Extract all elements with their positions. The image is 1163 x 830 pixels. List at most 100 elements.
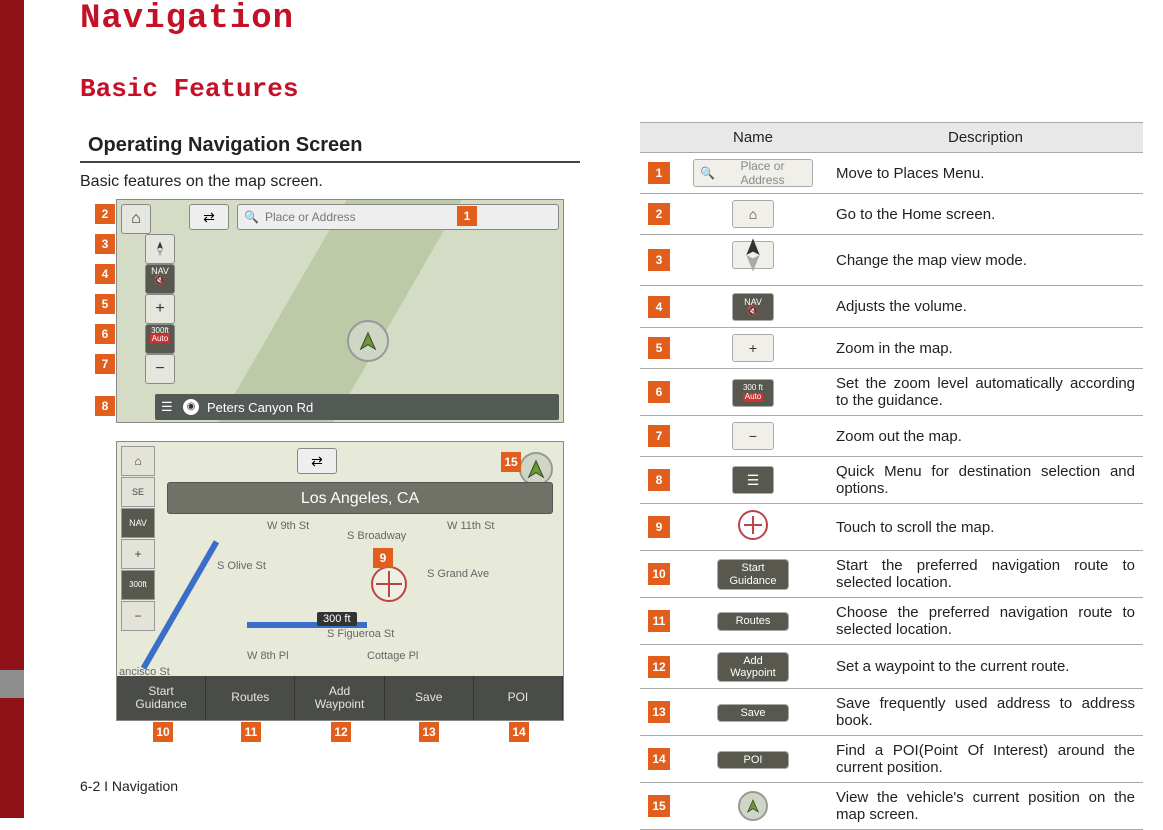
auto-zoom-icon: 300 ftAuto	[732, 379, 774, 407]
street-label: W 8th Pl	[247, 650, 289, 662]
map-screenshot-2: ⌂ SE3D NAV🔇 + 300ftAuto − ⇄ Los Angeles,…	[116, 441, 564, 721]
row-description: Change the map view mode.	[828, 235, 1143, 286]
row-number-badge: 12	[648, 656, 670, 678]
vehicle-position-button	[519, 452, 553, 486]
auto-zoom-icon: 300ftAuto	[145, 324, 175, 354]
table-row: 14POIFind a POI(Point Of Interest) aroun…	[640, 736, 1143, 783]
row-icon-cell: +	[678, 328, 828, 369]
row-description: Go to the Home screen.	[828, 194, 1143, 235]
row-icon-cell: POI	[678, 736, 828, 783]
callout-2: 2	[95, 204, 115, 224]
callout-11: 11	[241, 722, 261, 742]
city-banner: Los Angeles, CA	[167, 482, 553, 514]
table-row: 12 Add Waypoint Set a waypoint to the curr…	[640, 645, 1143, 689]
row-description: Find a POI(Point Of Interest) around the…	[828, 736, 1143, 783]
callout-10: 10	[153, 722, 173, 742]
zoom-in-icon: +	[145, 294, 175, 324]
street-label: W 9th St	[267, 520, 309, 532]
save-button: Save	[385, 676, 474, 720]
place-search-bar: 🔍 Place or Address	[237, 204, 559, 230]
poi-button: POI	[474, 676, 563, 720]
row-icon-cell: Routes	[678, 598, 828, 645]
row-icon-cell: ☰	[678, 457, 828, 504]
row-number-badge: 10	[648, 563, 670, 585]
callout-8: 8	[95, 396, 115, 416]
row-description: Adjusts the volume.	[828, 286, 1143, 328]
table-row: 8☰Quick Menu for destination selection a…	[640, 457, 1143, 504]
row-icon-cell: Save	[678, 689, 828, 736]
chapter-tab-bar	[0, 0, 24, 818]
ui-button-label: Save	[717, 704, 789, 722]
callout-13: 13	[419, 722, 439, 742]
row-number-badge: 3	[648, 249, 670, 271]
row-description: View the vehicle's current position on t…	[828, 783, 1143, 830]
row-number-badge: 8	[648, 469, 670, 491]
zoom-out-icon: −	[732, 422, 774, 450]
add-waypoint-button: Add Waypoint	[295, 676, 384, 720]
row-icon-cell: Add Waypoint	[678, 645, 828, 689]
row-description: Zoom out the map.	[828, 416, 1143, 457]
row-number-badge: 15	[648, 795, 670, 817]
current-road-banner: ☰ ◉ Peters Canyon Rd	[155, 394, 559, 420]
home-icon: ⌂	[121, 204, 151, 234]
table-row: 4NAV🔇Adjusts the volume.	[640, 286, 1143, 328]
row-icon-cell: 🔍Place or Address	[678, 153, 828, 194]
table-row: 5+Zoom in the map.	[640, 328, 1143, 369]
search-icon: 🔍Place or Address	[693, 159, 813, 187]
table-header-desc: Description	[828, 123, 1143, 153]
home-icon: ⌂	[732, 200, 774, 228]
traffic-icon: ⇄	[189, 204, 229, 230]
feature-table: Name Description 1🔍Place or AddressMove …	[640, 122, 1143, 830]
callout-12: 12	[331, 722, 351, 742]
section-heading: Basic Features	[80, 74, 1143, 104]
callout-1: 1	[457, 206, 477, 226]
table-row: 7−Zoom out the map.	[640, 416, 1143, 457]
row-icon-cell: Start Guidance	[678, 551, 828, 598]
chapter-marker	[0, 670, 24, 698]
table-row: 1🔍Place or AddressMove to Places Menu.	[640, 153, 1143, 194]
street-label: S Broadway	[347, 530, 406, 542]
row-number-badge: 2	[648, 203, 670, 225]
row-icon-cell: −	[678, 416, 828, 457]
nav-volume-icon: NAV🔇	[121, 508, 155, 538]
street-label: S Olive St	[217, 560, 266, 572]
callout-6: 6	[95, 324, 115, 344]
table-header-blank	[640, 123, 678, 153]
page-footer: 6-2 I Navigation	[80, 778, 178, 794]
street-label: Cottage Pl	[367, 650, 418, 662]
table-row: 15 View the vehicle's current position on…	[640, 783, 1143, 830]
row-description: Zoom in the map.	[828, 328, 1143, 369]
row-description: Set a waypoint to the current route.	[828, 645, 1143, 689]
row-number-badge: 4	[648, 296, 670, 318]
row-description: Start the preferred navigation route to …	[828, 551, 1143, 598]
street-label: S Figueroa St	[327, 628, 394, 640]
table-header-name: Name	[678, 123, 828, 153]
zoom-in-icon: +	[121, 539, 155, 569]
ui-button-label: POI	[717, 751, 789, 769]
callout-9: 9	[373, 548, 393, 568]
zoom-out-icon: −	[145, 354, 175, 384]
table-row: 10 Start GuidanceStart the preferred navi…	[640, 551, 1143, 598]
routes-button: Routes	[206, 676, 295, 720]
table-row: 13SaveSave frequently used address to ad…	[640, 689, 1143, 736]
table-row: 2 ⌂ Go to the Home screen.	[640, 194, 1143, 235]
callout-15: 15	[501, 452, 521, 472]
callout-5: 5	[95, 294, 115, 314]
start-guidance-button: Start Guidance	[117, 676, 206, 720]
current-road-name: Peters Canyon Rd	[207, 400, 313, 415]
ui-button-label: Add Waypoint	[717, 652, 789, 682]
row-number-badge: 6	[648, 381, 670, 403]
quick-menu-icon: ☰	[161, 399, 175, 415]
street-label: S Grand Ave	[427, 568, 489, 580]
row-number-badge: 1	[648, 162, 670, 184]
row-icon-cell	[678, 235, 828, 286]
callout-7: 7	[95, 354, 115, 374]
callout-3: 3	[95, 234, 115, 254]
row-icon-cell	[678, 783, 828, 830]
row-description: Touch to scroll the map.	[828, 504, 1143, 551]
scroll-icon	[738, 510, 768, 540]
compass-icon	[732, 241, 774, 269]
ui-button-label: Routes	[717, 612, 789, 630]
vehicle-position-icon	[738, 791, 768, 821]
place-placeholder: Place or Address	[265, 210, 356, 224]
